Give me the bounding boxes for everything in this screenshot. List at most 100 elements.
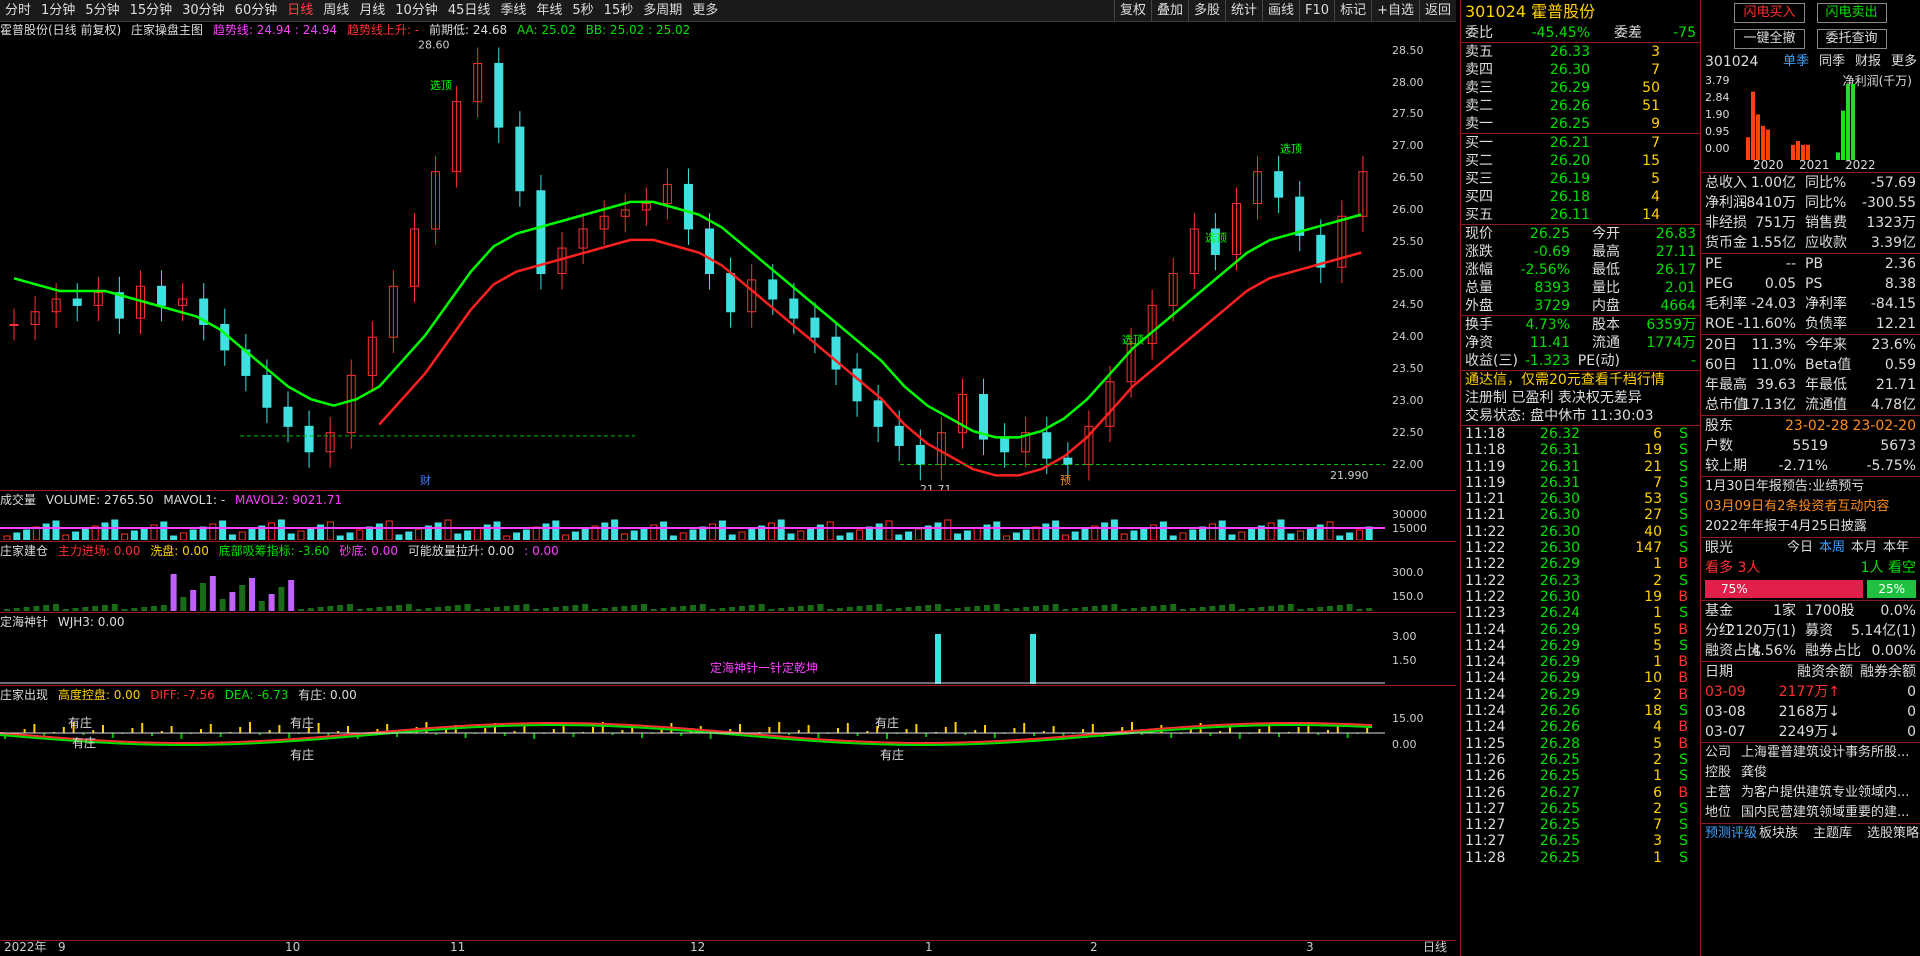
tool-button-3[interactable]: 统计: [1225, 0, 1262, 21]
tick-price: 26.32: [1539, 426, 1580, 442]
bottom-tab-2[interactable]: 主题库: [1813, 824, 1852, 844]
period-tab-11[interactable]: 季线: [495, 0, 531, 21]
period-tab-1[interactable]: 1分钟: [36, 0, 80, 21]
zj-chart[interactable]: [0, 559, 1385, 611]
volume-bar: [493, 521, 501, 540]
sell-level[interactable]: 卖三 26.29 50: [1461, 79, 1700, 97]
tick-volume: 1: [1653, 556, 1662, 573]
buy-level[interactable]: 买三 26.19 5: [1461, 170, 1700, 188]
volume-bar: [454, 533, 462, 540]
sell-level[interactable]: 卖四 26.30 7: [1461, 61, 1700, 79]
period-tab-8[interactable]: 月线: [354, 0, 390, 21]
candle-body: [873, 400, 883, 427]
tool-button-6[interactable]: 标记: [1334, 0, 1371, 21]
cx-bar: [886, 733, 888, 739]
candle-body: [810, 317, 820, 338]
candle-body: [705, 228, 715, 275]
sell-level[interactable]: 卖五 26.33 3: [1461, 43, 1700, 61]
tool-button-5[interactable]: F10: [1299, 0, 1334, 21]
period-tab-9[interactable]: 10分钟: [390, 0, 443, 21]
news-item[interactable]: 03月09日有2条投资者互动内容: [1701, 497, 1920, 517]
period-tab-15[interactable]: 多周期: [638, 0, 687, 21]
buy-level[interactable]: 买二 26.20 15: [1461, 152, 1700, 170]
zj-bar: [307, 608, 314, 611]
f10-tab-0[interactable]: 单季: [1783, 52, 1809, 72]
volume-chart[interactable]: [0, 508, 1385, 540]
news-item[interactable]: 2022年年报于4月25日披露: [1701, 517, 1920, 537]
tool-button-4[interactable]: 画线: [1262, 0, 1299, 21]
bottom-tab-3[interactable]: 选股策略: [1867, 824, 1919, 844]
period-tab-7[interactable]: 周线: [318, 0, 354, 21]
sell-level[interactable]: 卖二 26.26 51: [1461, 97, 1700, 115]
tool-button-2[interactable]: 多股: [1187, 0, 1225, 21]
notice-link[interactable]: 通达信，仅需20元查看千档行情: [1461, 371, 1700, 389]
period-tab-16[interactable]: 更多: [687, 0, 723, 21]
cx-chart[interactable]: 有庄 有庄 有庄有庄有庄 有庄: [0, 703, 1385, 939]
level-label: 买二: [1465, 153, 1493, 169]
indicator-name[interactable]: 庄家操盘主图: [131, 23, 203, 37]
period-tab-3[interactable]: 15分钟: [125, 0, 178, 21]
period-tab-14[interactable]: 15秒: [599, 0, 639, 21]
volume-bar: [111, 519, 119, 540]
zj-bar: [1003, 609, 1010, 611]
period-tab-0[interactable]: 分时: [0, 0, 36, 21]
company-value: 为客户提供建筑专业领域内...: [1741, 785, 1910, 800]
cx-bar: [993, 733, 996, 738]
f10-code: 301024: [1705, 54, 1759, 70]
tool-button-8[interactable]: 返回: [1418, 0, 1456, 21]
period-tab-4[interactable]: 30分钟: [177, 0, 230, 21]
eyes-tab-2[interactable]: 本月: [1851, 538, 1877, 558]
period-tab-13[interactable]: 5秒: [567, 0, 598, 21]
trade-button-3[interactable]: 委托查询: [1816, 29, 1887, 49]
candlestick-chart[interactable]: 28.6021.7121.990选顶选顶选顶选顶财预: [0, 38, 1456, 490]
period-tab-6[interactable]: 日线: [282, 0, 318, 21]
eyes-tab-0[interactable]: 今日: [1787, 538, 1813, 558]
sell-level[interactable]: 卖一 26.25 9: [1461, 115, 1700, 133]
volume-bar: [1336, 535, 1344, 540]
trend-value: 趋势线: 24.94 : 24.94: [212, 23, 338, 37]
news-item[interactable]: 1月30日年报预告:业绩预亏: [1701, 477, 1920, 497]
f10-tab-2[interactable]: 财报: [1855, 52, 1881, 72]
dh-chart[interactable]: [0, 630, 1385, 684]
level-label: 买三: [1465, 171, 1493, 187]
period-tab-2[interactable]: 5分钟: [80, 0, 124, 21]
tick-time: 11:23: [1465, 605, 1506, 622]
buy-level[interactable]: 买四 26.18 4: [1461, 188, 1700, 206]
period-tab-10[interactable]: 45日线: [443, 0, 496, 21]
eyes-tab-3[interactable]: 本年: [1883, 538, 1909, 558]
tick-time: 11:22: [1465, 556, 1506, 573]
period-tab-12[interactable]: 年线: [531, 0, 567, 21]
tool-button-0[interactable]: 复权: [1113, 0, 1151, 21]
zj-bar: [494, 607, 500, 611]
bottom-tab-1[interactable]: 板块族: [1759, 824, 1798, 844]
tool-button-7[interactable]: +自选: [1371, 0, 1419, 21]
candle-body: [1063, 457, 1073, 466]
tick-row: 11:21 26.30 27 S: [1461, 507, 1700, 523]
tool-button-1[interactable]: 叠加: [1150, 0, 1188, 21]
tick-price: 26.25: [1539, 817, 1580, 834]
volume-bar: [552, 520, 560, 540]
tick-price: 26.28: [1539, 735, 1580, 752]
buy-level[interactable]: 买五 26.11 14: [1461, 206, 1700, 224]
trade-button-2[interactable]: 一键全撤: [1734, 29, 1805, 49]
stat-value: 11.41: [1529, 335, 1570, 351]
trade-button-0[interactable]: 闪电买入: [1734, 3, 1805, 23]
period-tab-5[interactable]: 60分钟: [230, 0, 283, 21]
cx-bar: [1023, 723, 1026, 733]
cx-bar: [317, 723, 320, 733]
f10-value: 17.13亿: [1741, 397, 1796, 413]
volume-bar: [1140, 527, 1148, 540]
volume-bar: [356, 529, 364, 540]
youzhuang-label: 有庄: [68, 715, 92, 730]
level-volume: 4: [1651, 189, 1660, 205]
trade-button-1[interactable]: 闪电卖出: [1816, 3, 1887, 23]
f10-tab-3[interactable]: 更多: [1891, 52, 1917, 72]
level-price: 26.25: [1549, 116, 1590, 132]
profit-bars: [1746, 84, 1855, 160]
bottom-tab-0[interactable]: 预测评级: [1705, 824, 1757, 844]
buy-level[interactable]: 买一 26.21 7: [1461, 134, 1700, 152]
eyes-tab-1[interactable]: 本周: [1819, 538, 1845, 558]
zj-tick: 300.0: [1392, 566, 1424, 579]
f10-tab-1[interactable]: 同季: [1819, 52, 1845, 72]
zj-bar: [1287, 604, 1294, 611]
